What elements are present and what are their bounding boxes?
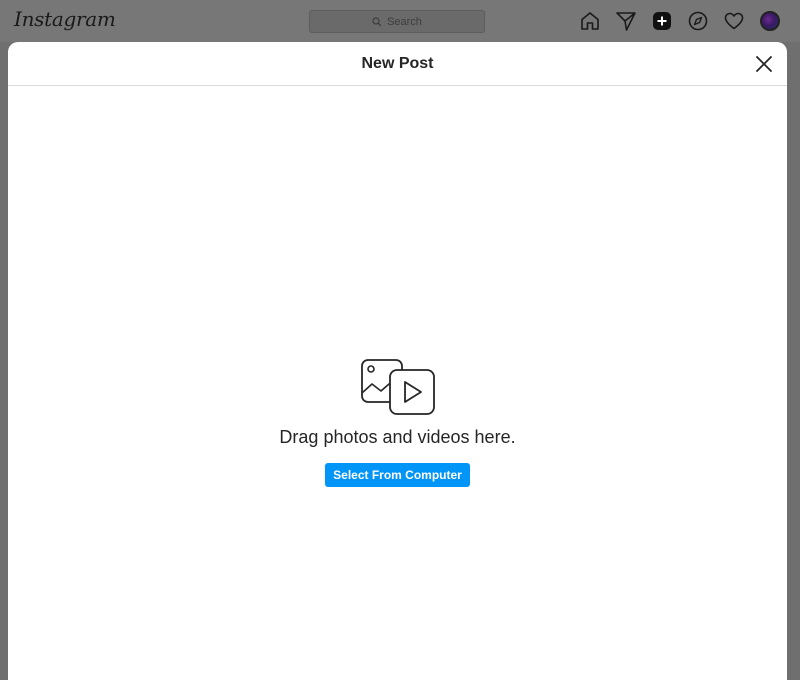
- top-navigation-bar: Instagram Search: [0, 0, 800, 42]
- modal-title: New Post: [361, 54, 434, 72]
- upload-dropzone[interactable]: Drag photos and videos here. Select From…: [8, 357, 787, 487]
- modal-header: New Post: [8, 42, 787, 86]
- search-placeholder: Search: [387, 15, 422, 28]
- new-post-modal: New Post Drag photos and videos here. Se…: [8, 42, 787, 680]
- upload-instructions: Drag photos and videos here.: [279, 427, 516, 447]
- explore-icon[interactable]: [686, 9, 710, 33]
- heart-icon[interactable]: [722, 9, 746, 33]
- modal-body: Drag photos and videos here. Select From…: [8, 87, 787, 680]
- new-post-icon[interactable]: [650, 9, 674, 33]
- home-icon[interactable]: [578, 9, 602, 33]
- close-button[interactable]: [753, 53, 775, 75]
- profile-avatar-button[interactable]: [758, 9, 782, 33]
- search-input[interactable]: Search: [309, 10, 485, 33]
- avatar: [760, 11, 780, 31]
- photo-video-icon: [359, 357, 437, 419]
- close-icon: [756, 56, 772, 72]
- direct-icon[interactable]: [614, 9, 638, 33]
- instagram-logo[interactable]: Instagram: [14, 7, 116, 31]
- nav-icons: [578, 9, 782, 33]
- search-icon: [372, 16, 382, 26]
- select-from-computer-button[interactable]: Select From Computer: [325, 463, 470, 487]
